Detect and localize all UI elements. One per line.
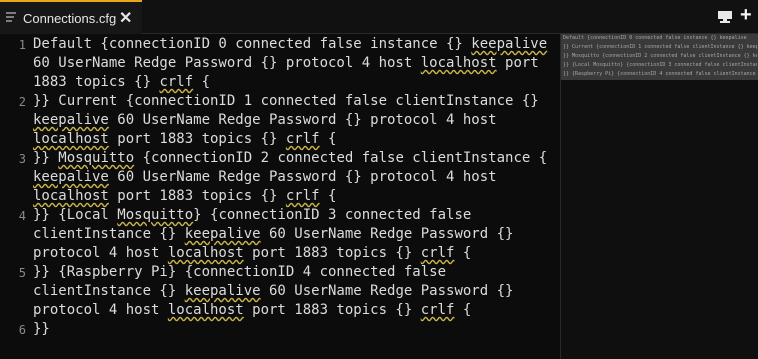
add-button[interactable]: + — [740, 4, 758, 26]
code-line: localhost port 1883 topics {} crlf { — [33, 188, 337, 204]
code-line: 1883 topics {} crlf { — [33, 74, 211, 90]
code-line: }} {Local Mosquitto} {connectionID 3 con… — [33, 207, 472, 223]
line-number: 3 — [18, 152, 26, 166]
code-line: keepalive 60 UserName Redge Password {} … — [33, 169, 497, 185]
code-line: clientInstance {} keepalive 60 UserName … — [33, 283, 514, 299]
file-menu-icon[interactable] — [6, 12, 16, 24]
tab-title: Connections.cfg — [23, 11, 117, 26]
minimap[interactable]: Default {connectionID 0 connected false … — [560, 34, 758, 359]
line-number: 6 — [18, 323, 26, 337]
line-number: 1 — [18, 38, 26, 52]
line-number: 2 — [18, 95, 26, 109]
code-line: }} {Raspberry Pi} {connectionID 4 connec… — [33, 264, 447, 280]
line-number-gutter: 1 2 3 4 5 6 — [0, 34, 30, 359]
line-number: 5 — [18, 266, 26, 280]
download-icon[interactable] — [716, 8, 734, 26]
code-line: Default {connectionID 0 connected false … — [33, 36, 548, 52]
code-line: }} Current {connectionID 1 connected fal… — [33, 93, 539, 109]
code-line: clientInstance {} keepalive 60 UserName … — [33, 226, 514, 242]
minimap-line: }} {Local Mosquitto} {connectionID 3 con… — [563, 62, 757, 68]
minimap-line: Default {connectionID 0 connected false … — [563, 35, 747, 41]
code-line: }} — [33, 321, 50, 337]
code-line: keepalive 60 UserName Redge Password {} … — [33, 112, 497, 128]
minimap-line: }} Current {connectionID 1 connected fal… — [563, 44, 757, 50]
code-line: 60 UserName Redge Password {} protocol 4… — [33, 55, 539, 71]
tab-connections-cfg[interactable]: Connections.cfg ✕ — [0, 0, 142, 34]
tab-bar: Connections.cfg ✕ + — [0, 0, 758, 34]
code-line: protocol 4 host localhost port 1883 topi… — [33, 302, 472, 318]
minimap-line: }} Mosquitto {connectionID 2 connected f… — [563, 53, 757, 59]
code-editor[interactable]: Default {connectionID 0 connected false … — [33, 34, 548, 359]
code-line: localhost port 1883 topics {} crlf { — [33, 131, 337, 147]
minimap-line: }} {Raspberry Pi} {connectionID 4 connec… — [563, 71, 756, 77]
code-line: protocol 4 host localhost port 1883 topi… — [33, 245, 472, 261]
code-line: }} Mosquitto {connectionID 2 connected f… — [33, 150, 548, 166]
line-number: 4 — [18, 209, 26, 223]
tab-close-button[interactable]: ✕ — [119, 8, 132, 28]
